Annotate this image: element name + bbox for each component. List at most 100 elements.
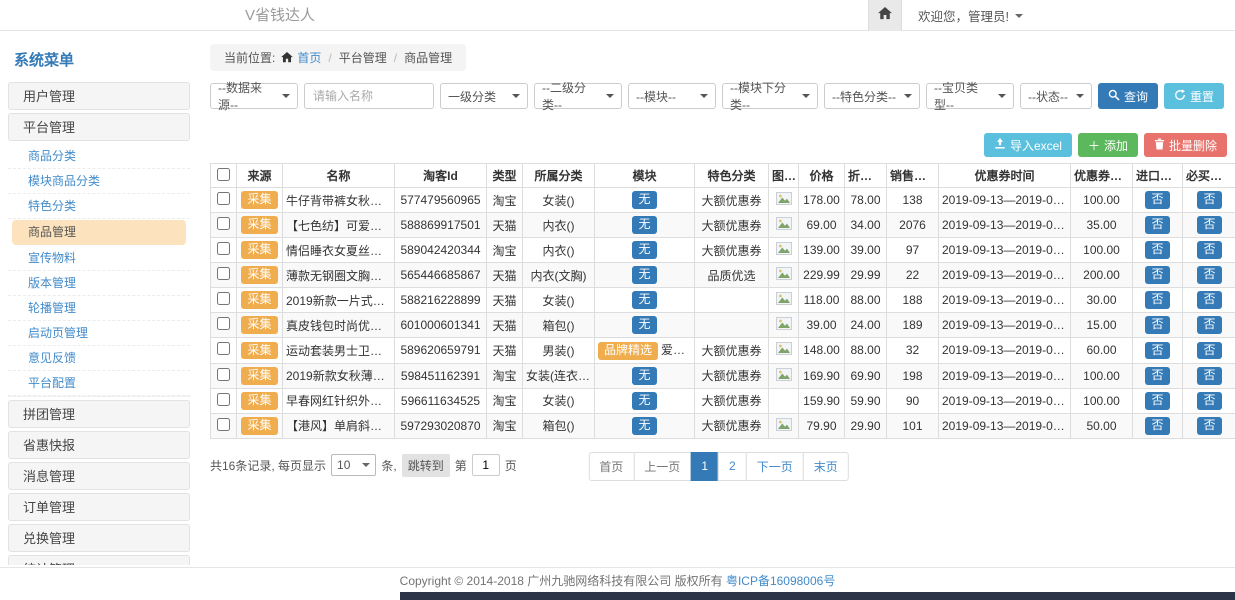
chevron-down-icon — [904, 94, 912, 98]
table-row: 采集【七色纺】可爱纯棉家...588869917501天猫内衣()无大额优惠券6… — [211, 213, 1235, 238]
must-buy-cell: 否 — [1183, 388, 1235, 413]
row-checkbox[interactable] — [217, 368, 230, 381]
filter-select-module[interactable]: --模块-- — [628, 83, 716, 109]
coupon-time-cell: 2019-09-13—2019-09-18 — [939, 413, 1071, 438]
module-badge: 无 — [632, 241, 656, 259]
feature-cell: 大额优惠券 — [695, 413, 769, 438]
source-cell: 采集 — [237, 238, 283, 263]
sidebar-item-promo-materials[interactable]: 宣传物料 — [8, 246, 190, 271]
source-badge: 采集 — [241, 191, 277, 209]
row-checkbox[interactable] — [217, 217, 230, 230]
search-button[interactable]: 查询 — [1098, 83, 1158, 109]
row-checkbox[interactable] — [217, 317, 230, 330]
sidebar-item-group-buy-management[interactable]: 拼团管理 — [8, 400, 190, 428]
row-checkbox[interactable] — [217, 393, 230, 406]
category-cell: 内衣() — [523, 238, 595, 263]
taoke-id-cell: 597293020870 — [395, 413, 487, 438]
sidebar-item-module-product-category[interactable]: 模块商品分类 — [8, 169, 190, 194]
price-cell: 178.00 — [799, 188, 845, 213]
batch-delete-button[interactable]: 批量删除 — [1144, 133, 1227, 157]
page-button-末页[interactable]: 末页 — [803, 452, 849, 481]
row-checkbox[interactable] — [217, 418, 230, 431]
category-cell: 箱包() — [523, 313, 595, 338]
sidebar-item-user-management[interactable]: 用户管理 — [8, 82, 190, 110]
category-cell: 女装() — [523, 388, 595, 413]
sidebar-item-order-management[interactable]: 订单管理 — [8, 493, 190, 521]
filter-select-status[interactable]: --状态-- — [1020, 83, 1092, 109]
coupon-amount-cell: 100.00 — [1071, 238, 1133, 263]
home-icon — [878, 7, 892, 25]
row-checkbox[interactable] — [217, 267, 230, 280]
filter-select-feature-category[interactable]: --特色分类-- — [824, 83, 920, 109]
row-checkbox[interactable] — [217, 292, 230, 305]
row-select-cell — [211, 338, 237, 364]
module-badge: 无 — [632, 316, 656, 334]
filter-select-item-type[interactable]: --宝贝类型-- — [926, 83, 1014, 109]
per-page-select[interactable]: 10 — [331, 454, 376, 476]
sidebar-item-product-management[interactable]: 商品管理 — [12, 220, 186, 245]
sales-cell: 32 — [887, 338, 939, 364]
page-button-首页[interactable]: 首页 — [588, 452, 634, 481]
user-menu[interactable]: 欢迎您，管理员! — [918, 0, 1023, 31]
coupon-amount-cell: 50.00 — [1071, 413, 1133, 438]
module-cell: 无 — [595, 288, 695, 313]
page-button-1[interactable]: 1 — [690, 452, 719, 481]
image-placeholder-icon — [776, 244, 792, 258]
sidebar-item-feedback[interactable]: 意见反馈 — [8, 346, 190, 371]
page-button-2[interactable]: 2 — [718, 452, 747, 481]
sidebar-item-message-management[interactable]: 消息管理 — [8, 462, 190, 490]
sidebar-item-platform-config[interactable]: 平台配置 — [8, 371, 190, 396]
chevron-down-icon — [802, 94, 810, 98]
topbar: V省钱达人 欢迎您，管理员! — [0, 0, 1235, 31]
sidebar-item-feature-category[interactable]: 特色分类 — [8, 194, 190, 219]
filter-bar: --数据来源-- 一级分类--二级分类----模块----模块下分类----特色分… — [210, 83, 1227, 109]
import-excel-button[interactable]: 导入excel — [984, 133, 1072, 157]
sidebar-item-stats-management[interactable]: 统计管理 — [8, 555, 190, 565]
icon-cell — [769, 338, 799, 364]
discount-price-cell: 78.00 — [845, 188, 887, 213]
filter-select-value: --宝贝类型-- — [934, 79, 991, 113]
home-button[interactable] — [868, 0, 902, 31]
must-buy-cell: 否 — [1183, 313, 1235, 338]
row-checkbox[interactable] — [217, 192, 230, 205]
reset-button[interactable]: 重置 — [1164, 83, 1224, 109]
add-button[interactable]: ＋ 添加 — [1078, 133, 1138, 157]
source-cell: 采集 — [237, 188, 283, 213]
sidebar-item-carousel-management[interactable]: 轮播管理 — [8, 296, 190, 321]
chevron-down-icon — [700, 94, 708, 98]
jump-page-input[interactable] — [472, 454, 500, 476]
chevron-down-icon — [1076, 94, 1084, 98]
page-button-上一页[interactable]: 上一页 — [633, 452, 691, 481]
name-search-input[interactable] — [304, 83, 434, 109]
row-checkbox[interactable] — [217, 342, 230, 355]
sidebar-item-product-category[interactable]: 商品分类 — [8, 144, 190, 169]
sidebar-item-platform-management[interactable]: 平台管理 — [8, 113, 190, 141]
import-select-cell: 否 — [1133, 388, 1183, 413]
row-select-cell — [211, 413, 237, 438]
select-all-checkbox[interactable] — [217, 168, 230, 181]
topbar-right: 欢迎您，管理员! — [868, 0, 1023, 31]
must-buy-cell: 否 — [1183, 213, 1235, 238]
page-button-下一页[interactable]: 下一页 — [746, 452, 804, 481]
filter-select-level1-category[interactable]: 一级分类 — [440, 83, 528, 109]
column-header: 销售数量 — [887, 164, 939, 188]
row-checkbox[interactable] — [217, 242, 230, 255]
name-cell: 真皮钱包时尚优雅女士... — [283, 313, 395, 338]
sidebar-item-exchange-management[interactable]: 兑换管理 — [8, 524, 190, 552]
module-cell: 无 — [595, 238, 695, 263]
sales-cell: 189 — [887, 313, 939, 338]
action-toolbar: 导入excel ＋ 添加 批量删除 — [210, 133, 1227, 157]
sidebar-item-version-management[interactable]: 版本管理 — [8, 271, 190, 296]
filter-select-module-subcategory[interactable]: --模块下分类-- — [722, 83, 818, 109]
sidebar-item-splash-management[interactable]: 启动页管理 — [8, 321, 190, 346]
column-header: 类型 — [487, 164, 523, 188]
column-header: 特色分类 — [695, 164, 769, 188]
category-cell: 男装() — [523, 338, 595, 364]
jump-button[interactable]: 跳转到 — [402, 454, 450, 477]
filter-select-data-source[interactable]: --数据来源-- — [210, 83, 298, 109]
filter-select-level2-category[interactable]: --二级分类-- — [534, 83, 622, 109]
sidebar-item-saving-news[interactable]: 省惠快报 — [8, 431, 190, 459]
icp-link[interactable]: 粤ICP备16098006号 — [726, 572, 835, 589]
taoke-id-cell: 577479560965 — [395, 188, 487, 213]
breadcrumb-home-link[interactable]: 首页 — [297, 49, 321, 66]
